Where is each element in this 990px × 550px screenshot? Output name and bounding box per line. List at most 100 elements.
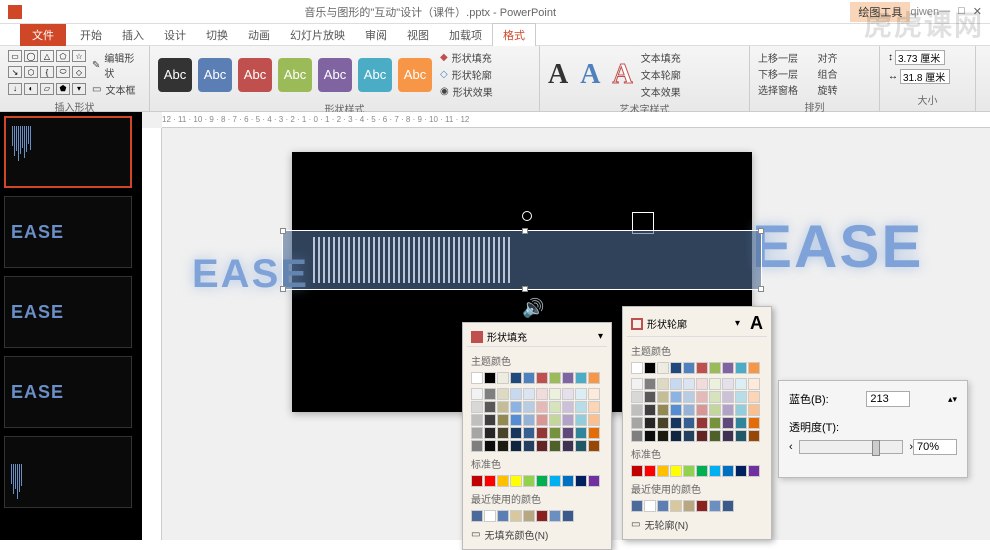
no-outline-option[interactable]: ▭无轮廓(N) — [627, 514, 767, 535]
color-swatch[interactable] — [523, 388, 535, 400]
color-swatch[interactable] — [657, 404, 669, 416]
color-swatch[interactable] — [510, 510, 522, 522]
color-swatch[interactable] — [735, 362, 747, 374]
color-swatch[interactable] — [549, 401, 561, 413]
color-swatch[interactable] — [536, 372, 548, 384]
color-swatch[interactable] — [722, 430, 734, 442]
color-swatch[interactable] — [709, 500, 721, 512]
color-swatch[interactable] — [471, 475, 483, 487]
color-swatch[interactable] — [575, 372, 587, 384]
color-swatch[interactable] — [735, 378, 747, 390]
color-swatch[interactable] — [644, 362, 656, 374]
color-swatch[interactable] — [484, 427, 496, 439]
color-swatch[interactable] — [562, 372, 574, 384]
color-swatch[interactable] — [657, 500, 669, 512]
color-swatch[interactable] — [670, 465, 682, 477]
color-swatch[interactable] — [683, 465, 695, 477]
tab-design[interactable]: 设计 — [154, 24, 196, 46]
color-swatch[interactable] — [562, 440, 574, 452]
color-swatch[interactable] — [644, 404, 656, 416]
color-swatch[interactable] — [523, 372, 535, 384]
color-swatch[interactable] — [735, 465, 747, 477]
file-tab[interactable]: 文件 — [20, 24, 66, 46]
color-swatch[interactable] — [536, 414, 548, 426]
color-swatch[interactable] — [484, 440, 496, 452]
color-swatch[interactable] — [644, 430, 656, 442]
color-swatch[interactable] — [748, 430, 760, 442]
color-swatch[interactable] — [575, 401, 587, 413]
rotate-handle[interactable] — [522, 211, 532, 221]
color-swatch[interactable] — [709, 404, 721, 416]
close-icon[interactable]: ✕ — [973, 5, 982, 18]
color-swatch[interactable] — [497, 401, 509, 413]
color-swatch[interactable] — [588, 372, 600, 384]
color-swatch[interactable] — [523, 427, 535, 439]
color-swatch[interactable] — [670, 404, 682, 416]
minimize-icon[interactable]: — — [939, 5, 950, 18]
color-swatch[interactable] — [484, 414, 496, 426]
color-swatch[interactable] — [471, 427, 483, 439]
color-swatch[interactable] — [588, 427, 600, 439]
color-swatch[interactable] — [670, 378, 682, 390]
color-swatch[interactable] — [523, 510, 535, 522]
color-swatch[interactable] — [484, 388, 496, 400]
color-swatch[interactable] — [644, 378, 656, 390]
color-swatch[interactable] — [657, 378, 669, 390]
color-swatch[interactable] — [722, 378, 734, 390]
color-swatch[interactable] — [644, 500, 656, 512]
color-swatch[interactable] — [709, 391, 721, 403]
color-swatch[interactable] — [549, 414, 561, 426]
width-input[interactable] — [900, 69, 950, 84]
color-swatch[interactable] — [696, 362, 708, 374]
color-swatch[interactable] — [709, 378, 721, 390]
color-swatch[interactable] — [696, 378, 708, 390]
align-button[interactable]: 对齐 — [818, 50, 872, 65]
color-swatch[interactable] — [631, 465, 643, 477]
color-swatch[interactable] — [631, 417, 643, 429]
slider-left-icon[interactable]: ‹ — [789, 441, 793, 453]
color-swatch[interactable] — [536, 401, 548, 413]
color-swatch[interactable] — [722, 362, 734, 374]
color-swatch[interactable] — [644, 391, 656, 403]
text-effects-button[interactable]: 文本效果 — [641, 84, 681, 99]
shape-effects-button[interactable]: ◉形状效果 — [440, 84, 493, 99]
standard-colors[interactable] — [467, 473, 607, 489]
theme-tints[interactable] — [627, 376, 767, 444]
color-swatch[interactable] — [510, 388, 522, 400]
tab-transitions[interactable]: 切换 — [196, 24, 238, 46]
color-swatch[interactable] — [683, 391, 695, 403]
color-swatch[interactable] — [484, 372, 496, 384]
color-swatch[interactable] — [748, 391, 760, 403]
color-swatch[interactable] — [588, 414, 600, 426]
color-swatch[interactable] — [497, 372, 509, 384]
color-swatch[interactable] — [670, 362, 682, 374]
color-swatch[interactable] — [549, 475, 561, 487]
color-swatch[interactable] — [709, 465, 721, 477]
shape-fill-button[interactable]: ◆形状填充 — [440, 50, 493, 65]
color-swatch[interactable] — [709, 430, 721, 442]
color-swatch[interactable] — [484, 475, 496, 487]
color-swatch[interactable] — [735, 404, 747, 416]
color-swatch[interactable] — [575, 440, 587, 452]
color-swatch[interactable] — [497, 475, 509, 487]
bring-forward-button[interactable]: 上移一层 — [758, 50, 812, 65]
color-swatch[interactable] — [497, 440, 509, 452]
resize-handle[interactable] — [758, 228, 764, 234]
color-swatch[interactable] — [670, 500, 682, 512]
thumb-3[interactable]: EASE — [4, 276, 132, 348]
thumb-2[interactable]: EASE — [4, 196, 132, 268]
color-swatch[interactable] — [683, 362, 695, 374]
color-swatch[interactable] — [536, 388, 548, 400]
color-swatch[interactable] — [510, 440, 522, 452]
theme-tints[interactable] — [467, 386, 607, 454]
thumb-4[interactable]: EASE — [4, 356, 132, 428]
color-swatch[interactable] — [575, 427, 587, 439]
tab-slideshow[interactable]: 幻灯片放映 — [280, 24, 355, 46]
color-swatch[interactable] — [722, 465, 734, 477]
color-swatch[interactable] — [575, 414, 587, 426]
tab-view[interactable]: 视图 — [397, 24, 439, 46]
color-swatch[interactable] — [696, 430, 708, 442]
color-swatch[interactable] — [484, 510, 496, 522]
color-swatch[interactable] — [471, 401, 483, 413]
color-swatch[interactable] — [536, 475, 548, 487]
